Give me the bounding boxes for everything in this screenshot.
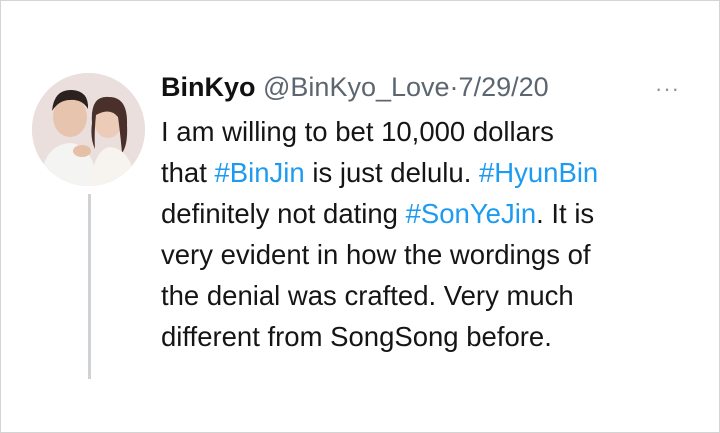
- separator-dot: ·: [449, 72, 459, 102]
- hashtag-link[interactable]: #SonYeJin: [406, 198, 537, 229]
- text-span: different from SongSong before.: [161, 321, 552, 352]
- text-span: . It is: [536, 198, 595, 229]
- text-span: definitely not dating: [161, 198, 406, 229]
- tweet-header: BinKyo @BinKyo_Love·7/29/20: [161, 67, 549, 107]
- tweet-text-line: that #BinJin is just delulu. #HyunBin: [161, 152, 706, 193]
- more-options-icon[interactable]: ···: [655, 78, 680, 100]
- thread-connector-line: [88, 194, 91, 379]
- display-name[interactable]: BinKyo: [161, 72, 256, 102]
- text-span: very evident in how the wordings of: [161, 239, 591, 270]
- tweet-text: I am willing to bet 10,000 dollars that …: [161, 111, 706, 357]
- tweet-date[interactable]: 7/29/20: [459, 72, 549, 102]
- text-span: the denial was crafted. Very much: [161, 280, 574, 311]
- avatar[interactable]: [32, 73, 145, 186]
- tweet-card: BinKyo @BinKyo_Love·7/29/20 ··· I am wil…: [0, 0, 720, 433]
- text-span: that: [161, 157, 215, 188]
- text-span: I am willing to bet 10,000 dollars: [161, 116, 554, 147]
- tweet-text-line: different from SongSong before.: [161, 316, 706, 357]
- hashtag-link[interactable]: #HyunBin: [479, 157, 598, 188]
- tweet-text-line: I am willing to bet 10,000 dollars: [161, 111, 706, 152]
- tweet-text-line: very evident in how the wordings of: [161, 234, 706, 275]
- tweet-text-line: definitely not dating #SonYeJin. It is: [161, 193, 706, 234]
- user-handle[interactable]: @BinKyo_Love: [263, 72, 450, 102]
- text-span: is just delulu.: [304, 157, 479, 188]
- tweet-text-line: the denial was crafted. Very much: [161, 275, 706, 316]
- hashtag-link[interactable]: #BinJin: [215, 157, 305, 188]
- avatar-photo: [32, 73, 145, 186]
